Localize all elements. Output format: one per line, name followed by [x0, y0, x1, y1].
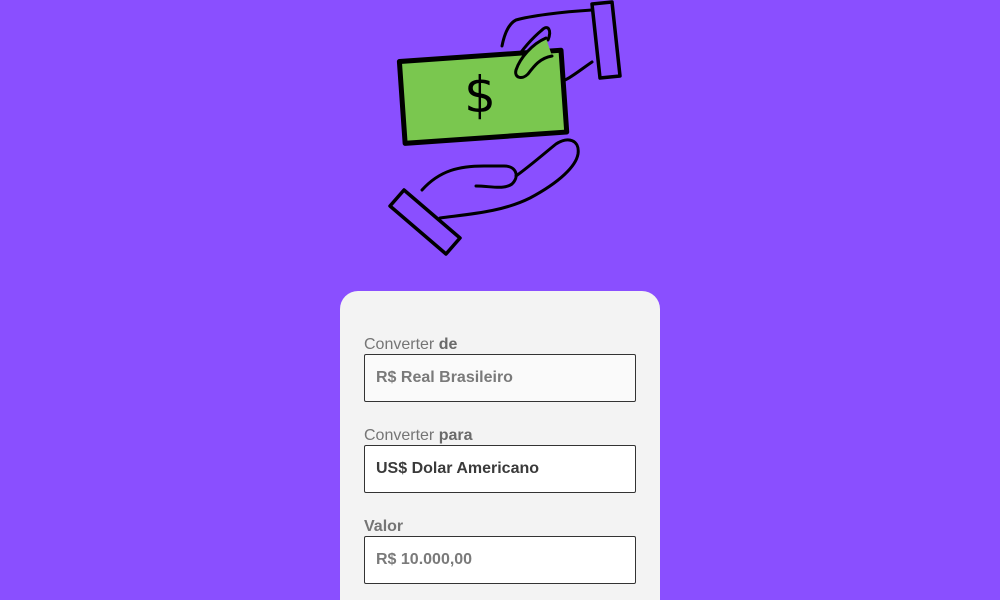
to-label: Converter para	[364, 427, 473, 445]
amount-label: Valor	[364, 518, 404, 535]
to-label-prefix: Converter	[364, 427, 435, 444]
page: $ Converter de R$ Real Brasileiro Conver…	[0, 0, 1000, 600]
from-label-prefix: Converter	[364, 336, 435, 353]
to-currency-select[interactable]: US$ Dolar Americano	[364, 445, 636, 493]
from-label: Converter de	[364, 336, 457, 354]
dollar-symbol: $	[464, 66, 496, 124]
to-label-strong: para	[438, 427, 473, 444]
amount-input[interactable]	[364, 536, 636, 584]
from-label-strong: de	[438, 336, 458, 353]
hands-money-icon: $	[388, 0, 622, 256]
converter-card: Converter de R$ Real Brasileiro Converte…	[340, 291, 660, 600]
money-exchange-illustration: $	[380, 0, 630, 262]
from-currency-select[interactable]: R$ Real Brasileiro	[364, 354, 636, 402]
